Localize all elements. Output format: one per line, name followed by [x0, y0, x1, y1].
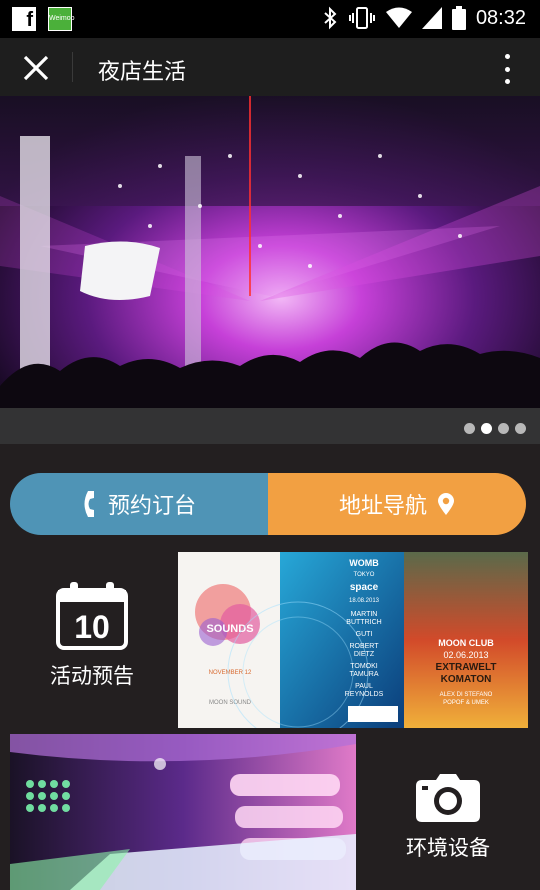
poster2-subtitle: TOKYO	[354, 572, 375, 578]
poster3-act: ALEX DI STEFANO	[440, 692, 493, 698]
poster2-lineup-8: PAUL	[355, 683, 373, 690]
signal-icon	[421, 7, 442, 29]
poster3-title: MOON CLUB	[438, 638, 494, 648]
carousel-dot-active[interactable]	[481, 423, 492, 434]
app-bar: 夜店生活	[0, 38, 540, 96]
events-label: 活动预告	[50, 664, 134, 688]
banner-image	[0, 96, 540, 444]
carousel-dot[interactable]	[498, 423, 509, 434]
event-posters[interactable]: SOUNDS NOVEMBER 12 MOON SOUND WOMB TOKYO…	[178, 552, 528, 728]
poster2-lineup-3: GUTI	[356, 631, 373, 638]
poster2-lineup-7: TAMURA	[349, 671, 378, 678]
environment-tile[interactable]: 环境设备	[356, 734, 540, 890]
poster2-brand: space	[350, 582, 379, 593]
close-button[interactable]	[14, 48, 58, 88]
vibrate-icon	[348, 7, 375, 29]
poster3-headline-2: KOMATON	[441, 674, 492, 685]
poster2-title: WOMB	[349, 558, 379, 568]
poster2-lineup-1: MARTIN	[351, 611, 378, 618]
book-table-label: 预约订台	[107, 494, 196, 519]
environment-photo[interactable]	[10, 734, 356, 890]
carousel-indicators	[464, 423, 526, 434]
wifi-icon	[385, 7, 412, 28]
poster2-lineup-2: BUTTRICH	[346, 619, 381, 626]
calendar-icon-number: 10	[74, 609, 110, 645]
poster1-footer: MOON SOUND	[209, 700, 252, 706]
poster2-date: 18.08.2013	[349, 598, 380, 604]
action-bar: 预约订台 地址导航	[10, 473, 526, 535]
status-bar: f Weimob 08:32	[0, 0, 540, 38]
carousel-dot[interactable]	[464, 423, 475, 434]
close-icon	[23, 55, 49, 81]
poster1-date: NOVEMBER 12	[209, 670, 252, 676]
weimob-icon: Weimob	[48, 7, 75, 31]
battery-icon	[451, 6, 466, 30]
banner-carousel[interactable]	[0, 96, 540, 444]
address-navigation-button[interactable]: 地址导航	[268, 473, 526, 535]
more-options-button[interactable]	[502, 54, 512, 84]
event-posters-image: SOUNDS NOVEMBER 12 MOON SOUND WOMB TOKYO…	[178, 552, 528, 728]
calendar-icon: 10	[56, 582, 128, 650]
poster3-date: 02.06.2013	[443, 650, 488, 660]
poster3-headline-1: EXTRAWELT	[436, 662, 497, 673]
more-vertical-icon	[504, 54, 510, 59]
poster2-lineup-9: REYNOLDS	[345, 691, 384, 698]
poster2-lineup-4: ROBERT	[349, 643, 379, 650]
events-tile[interactable]: 10 活动预告	[10, 552, 174, 728]
page-title: 夜店生活	[98, 60, 187, 85]
address-navigation-label: 地址导航	[338, 494, 427, 519]
facebook-icon: f	[12, 7, 36, 31]
environment-label: 环境设备	[406, 836, 490, 860]
bar-interior-image	[10, 734, 356, 890]
phone-icon	[84, 491, 94, 517]
poster2-lineup-6: TOMOKI	[350, 663, 378, 670]
poster2-lineup-5: DIETZ	[354, 651, 375, 658]
carousel-dot[interactable]	[515, 423, 526, 434]
camera-icon	[416, 774, 480, 822]
status-time: 08:32	[475, 6, 526, 29]
app-bar-divider	[72, 52, 73, 82]
poster3-act-2: POPOF & UMEK	[443, 700, 489, 706]
location-pin-icon	[438, 493, 454, 515]
book-table-button[interactable]: 预约订台	[10, 473, 268, 535]
bluetooth-icon	[324, 6, 337, 30]
